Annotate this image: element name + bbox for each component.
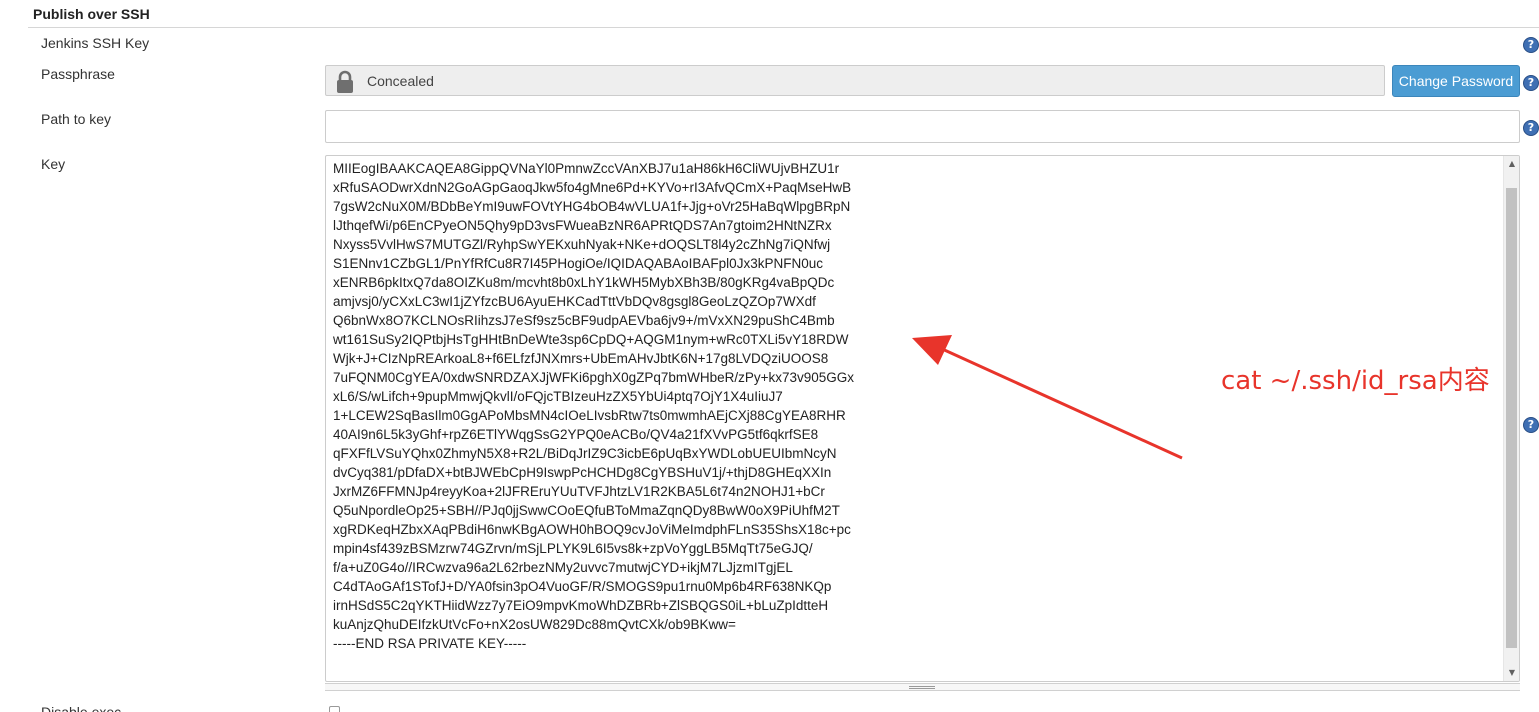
key-line: 7gsW2cNuX0M/BDbBeYmI9uwFOVtYHG4bOB4wVLUA… bbox=[333, 199, 851, 214]
scroll-up-icon[interactable]: ▲ bbox=[1504, 156, 1519, 172]
key-line: xRfuSAODwrXdnN2GoAGpGaoqJkw5fo4gMne6Pd+K… bbox=[333, 180, 852, 195]
passphrase-concealed-field: Concealed bbox=[325, 65, 1385, 96]
section-title: Publish over SSH bbox=[33, 6, 150, 22]
key-line: lJthqefWi/p6EnCPyeON5Qhy9pD3vsFWueaBzNR6… bbox=[333, 218, 832, 233]
key-line: 1+LCEW2SqBasIlm0GgAPoMbsMN4cIOeLIvsbRtw7… bbox=[333, 408, 846, 423]
key-line: xENRB6pkItxQ7da8OIZKu8m/mcvht8b0xLhY1kWH… bbox=[333, 275, 835, 290]
key-line: 7uFQNM0CgYEA/0xdwSNRDZAXJjWFKi6pghX0gZPq… bbox=[333, 370, 855, 385]
help-icon[interactable]: ? bbox=[1523, 417, 1539, 433]
key-line: kuAnjzQhuDEIfzkUtVcFo+nX2osUW829Dc88mQvt… bbox=[333, 617, 736, 632]
path-to-key-input[interactable] bbox=[325, 110, 1520, 143]
key-line: Q5uNpordleOp25+SBH//PJq0jjSwwCOoEQfuBToM… bbox=[333, 503, 840, 518]
key-line: C4dTAoGAf1STofJ+D/YA0fsin3pO4VuoGF/R/SMO… bbox=[333, 579, 832, 594]
textarea-resize-handle[interactable] bbox=[325, 683, 1520, 691]
annotation-text: cat ~/.ssh/id_rsa内容 bbox=[1221, 366, 1490, 396]
key-line: -----END RSA PRIVATE KEY----- bbox=[333, 636, 527, 651]
disable-exec-label: Disable exec bbox=[41, 704, 122, 712]
passphrase-concealed-text: Concealed bbox=[367, 73, 434, 89]
resize-grip-icon bbox=[909, 686, 935, 689]
key-line: Nxyss5VvlHwS7MUTGZl/RyhpSwYEKxuhNyak+NKe… bbox=[333, 237, 831, 252]
change-password-button[interactable]: Change Password bbox=[1392, 65, 1520, 97]
key-line: S1ENnv1CZbGL1/PnYfRfCu8R7I45PHogiOe/IQID… bbox=[333, 256, 823, 271]
key-label: Key bbox=[41, 156, 66, 172]
key-content: -----BEGIN RSA PRIVATE KEY-----MIIEogIBA… bbox=[333, 156, 855, 653]
lock-icon bbox=[337, 70, 353, 93]
disable-exec-checkbox[interactable] bbox=[329, 706, 340, 712]
passphrase-label: Passphrase bbox=[41, 66, 115, 82]
key-line: 40AI9n6L5k3yGhf+rpZ6ETlYWqgSsG2YPQ0eACBo… bbox=[333, 427, 819, 442]
key-line: MIIEogIBAAKCAQEA8GippQVNaYl0PmnwZccVAnXB… bbox=[333, 161, 840, 176]
key-line: irnHSdS5C2qYKTHiidWzz7y7EiO9mpvKmoWhDZBR… bbox=[333, 598, 829, 613]
help-icon[interactable]: ? bbox=[1523, 37, 1539, 53]
publish-over-ssh-config: Publish over SSH Jenkins SSH Key ? Passp… bbox=[0, 0, 1539, 712]
scroll-thumb[interactable] bbox=[1506, 188, 1517, 648]
help-icon[interactable]: ? bbox=[1523, 75, 1539, 91]
key-line: JxrMZ6FFMNJp4reyyKoa+2lJFREruYUuTVFJhtzL… bbox=[333, 484, 825, 499]
key-line: qFXFfLVSuYQhx0ZhmyN5X8+R2L/BiDqJrIZ9C3ic… bbox=[333, 446, 837, 461]
key-line: dvCyq381/pDfaDX+btBJWEbCpH9IswpPcHCHDg8C… bbox=[333, 465, 832, 480]
key-line: f/a+uZ0G4o//IRCwzva96a2L62rbezNMy2uvvc7m… bbox=[333, 560, 793, 575]
key-line: xgRDKeqHZbxXAqPBdiH6nwKBgAOWH0hBOQ9cvJoV… bbox=[333, 522, 851, 537]
key-line: xL6/S/wLifch+9pupMmwjQkvlI/oFQjcTBIzeuHz… bbox=[333, 389, 783, 404]
help-icon[interactable]: ? bbox=[1523, 120, 1539, 136]
scroll-down-icon[interactable]: ▼ bbox=[1504, 665, 1519, 681]
path-to-key-label: Path to key bbox=[41, 111, 112, 127]
section-divider bbox=[28, 27, 1539, 28]
red-annotation-arrow-icon bbox=[912, 335, 1183, 460]
key-line: wt161SuSy2IQPtbjHsTgHHtBnDeWte3sp6CpDQ+A… bbox=[333, 332, 849, 347]
jenkins-ssh-key-label: Jenkins SSH Key bbox=[41, 35, 150, 51]
key-line: Wjk+J+CIzNpREArkoaL8+f6ELfzfJNXmrs+UbEmA… bbox=[333, 351, 829, 366]
key-scrollbar[interactable]: ▲ ▼ bbox=[1503, 156, 1519, 681]
key-line: mpin4sf439zBSMzrw74GZrvn/mSjLPLYK9L6I5vs… bbox=[333, 541, 813, 556]
key-line: amjvsj0/yCXxLC3wI1jZYfzcBU6AyuEHKCadTttV… bbox=[333, 294, 816, 309]
key-line: Q6bnWx8O7KCLNOsRIihzsJ7eSf9sz5cBF9udpAEV… bbox=[333, 313, 835, 328]
